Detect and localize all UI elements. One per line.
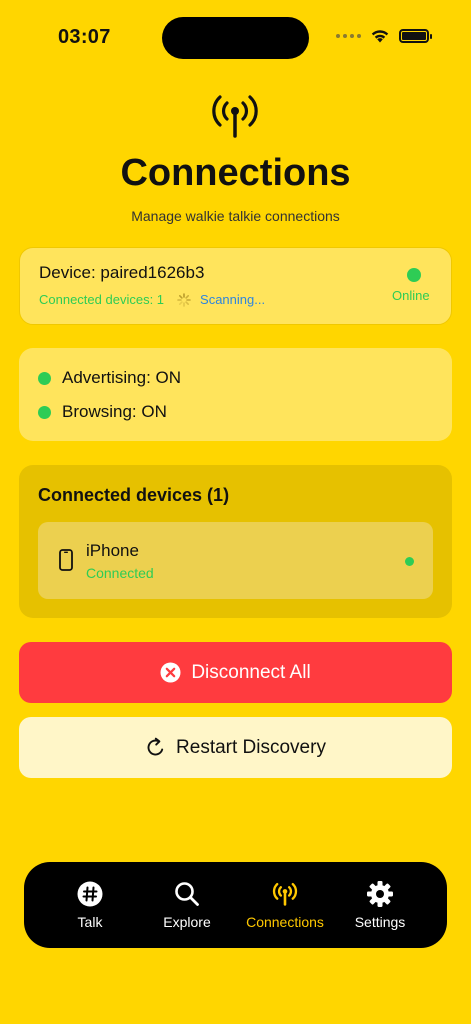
status-dot (38, 371, 51, 385)
device-meta: Connected devices: 1 Scanning... (39, 292, 265, 307)
tab-talk[interactable]: Talk (60, 862, 120, 948)
tab-settings[interactable]: Settings (350, 862, 410, 948)
disconnect-all-label: Disconnect All (191, 661, 311, 683)
advertising-label: Advertising: ON (62, 368, 182, 387)
wifi-icon (371, 30, 389, 43)
spinner-icon (177, 292, 191, 307)
dynamic-island (162, 17, 309, 59)
device-info-card: Device: paired1626b3 Connected devices: … (19, 247, 452, 325)
tab-bar: Talk Explore Connections Settings (24, 862, 447, 948)
status-card: Advertising: ON Browsing: ON (19, 348, 452, 441)
tab-connections[interactable]: Connections (240, 862, 330, 948)
battery-icon (399, 28, 432, 43)
tab-explore[interactable]: Explore (157, 862, 217, 948)
tab-label: Talk (77, 914, 103, 930)
gear-icon (366, 880, 394, 908)
connected-count-label: Connected devices: 1 (39, 292, 165, 307)
tab-label: Explore (163, 914, 211, 930)
phone-icon (59, 549, 73, 571)
list-item[interactable]: iPhone Connected (38, 522, 433, 599)
device-name: Device: paired1626b3 (39, 263, 205, 282)
tab-label: Settings (354, 914, 406, 930)
status-time: 03:07 (58, 26, 111, 48)
browsing-status: Browsing: ON (38, 402, 167, 422)
antenna-icon (212, 95, 258, 138)
browsing-label: Browsing: ON (62, 402, 167, 421)
restart-discovery-label: Restart Discovery (176, 736, 326, 758)
cellular-signal-icon (336, 33, 361, 38)
connected-devices-title: Connected devices (1) (38, 485, 230, 505)
connected-devices-card: Connected devices (1) iPhone Connected (19, 465, 452, 618)
page-title: Connections (120, 152, 351, 194)
antenna-icon (271, 880, 299, 908)
hashtag-icon (76, 880, 104, 908)
status-bar: 03:07 (0, 0, 471, 70)
close-circle-icon (160, 662, 181, 683)
status-icons (336, 28, 432, 43)
restart-discovery-button[interactable]: Restart Discovery (19, 717, 452, 778)
device-item-status: Connected (86, 565, 154, 581)
device-item-name: iPhone (86, 541, 139, 560)
disconnect-all-button[interactable]: Disconnect All (19, 642, 452, 703)
search-icon (173, 880, 201, 908)
advertising-status: Advertising: ON (38, 368, 181, 388)
online-label: Online (392, 288, 430, 303)
online-indicator (407, 268, 421, 282)
page-subtitle: Manage walkie talkie connections (131, 208, 340, 224)
status-dot (38, 405, 51, 419)
scanning-label: Scanning... (200, 292, 266, 307)
device-status-dot (405, 557, 414, 566)
refresh-icon (147, 737, 164, 756)
tab-label: Connections (246, 914, 324, 930)
